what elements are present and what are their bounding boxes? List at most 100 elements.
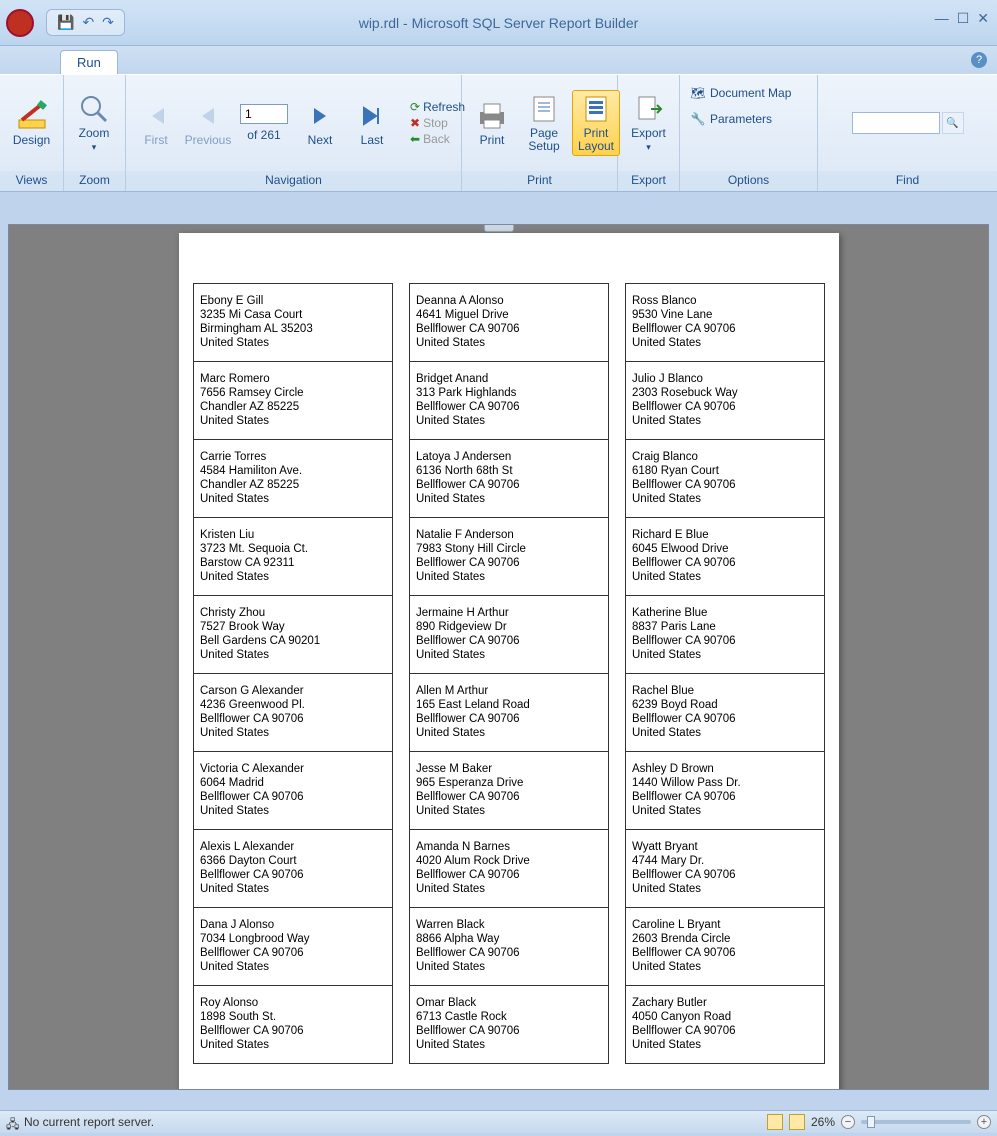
minimize-button[interactable]: — — [935, 10, 949, 27]
address-label: Julio J Blanco2303 Rosebuck WayBellflowe… — [626, 362, 824, 440]
address-label: Ross Blanco9530 Vine LaneBellflower CA 9… — [626, 284, 824, 362]
close-button[interactable]: ✕ — [977, 10, 989, 27]
export-button[interactable]: Export▾ — [624, 91, 673, 156]
print-button[interactable]: Print — [468, 98, 516, 149]
group-label-views: Views — [0, 171, 63, 191]
panel-handle[interactable] — [484, 224, 514, 232]
next-icon — [304, 100, 336, 132]
report-viewport[interactable]: Ebony E Gill3235 Mi Casa CourtBirmingham… — [8, 224, 989, 1090]
label-column: Ebony E Gill3235 Mi Casa CourtBirmingham… — [193, 283, 393, 1064]
server-icon: 🖧 — [6, 1115, 20, 1129]
address-label: Christy Zhou7527 Brook WayBell Gardens C… — [194, 596, 392, 674]
status-text: No current report server. — [24, 1115, 154, 1129]
address-label: Ashley D Brown1440 Willow Pass Dr.Bellfl… — [626, 752, 824, 830]
status-bar: 🖧 No current report server. 26% − + — [0, 1110, 997, 1133]
parameters-icon: 🔧 — [690, 111, 706, 127]
group-label-zoom: Zoom — [64, 171, 125, 191]
print-layout-button[interactable]: Print Layout — [572, 90, 620, 156]
address-label: Jermaine H Arthur890 Ridgeview DrBellflo… — [410, 596, 608, 674]
address-label: Jesse M Baker965 Esperanza DriveBellflow… — [410, 752, 608, 830]
last-icon — [356, 100, 388, 132]
previous-icon — [192, 100, 224, 132]
zoom-slider[interactable] — [861, 1120, 971, 1124]
maximize-button[interactable]: ☐ — [957, 10, 970, 27]
stop-button[interactable]: ✖Stop — [410, 116, 465, 130]
ribbon: Design Views Zoom▾ Zoom First Previous — [0, 74, 997, 192]
next-page-button[interactable]: Next — [296, 98, 344, 149]
address-label: Craig Blanco6180 Ryan CourtBellflower CA… — [626, 440, 824, 518]
address-label: Richard E Blue6045 Elwood DriveBellflowe… — [626, 518, 824, 596]
address-label: Roy Alonso1898 South St.Bellflower CA 90… — [194, 986, 392, 1064]
address-label: Allen M Arthur165 East Leland RoadBellfl… — [410, 674, 608, 752]
stop-icon: ✖ — [410, 116, 420, 130]
print-layout-icon — [580, 93, 612, 125]
label-column: Ross Blanco9530 Vine LaneBellflower CA 9… — [625, 283, 825, 1064]
first-icon — [140, 100, 172, 132]
group-label-options: Options — [680, 171, 817, 191]
page-number-input[interactable] — [240, 104, 288, 124]
back-icon: ⬅ — [410, 132, 420, 146]
first-page-button[interactable]: First — [132, 98, 180, 149]
zoom-in-button[interactable]: + — [977, 1115, 991, 1129]
address-label: Caroline L Bryant2603 Brenda CircleBellf… — [626, 908, 824, 986]
address-label: Carrie Torres4584 Hamiliton Ave.Chandler… — [194, 440, 392, 518]
page-setup-icon — [528, 93, 560, 125]
help-icon[interactable]: ? — [971, 52, 987, 68]
status-btn-1[interactable] — [767, 1114, 783, 1130]
zoom-button[interactable]: Zoom▾ — [70, 91, 118, 156]
document-map-button[interactable]: 🗺Document Map — [686, 83, 795, 103]
zoom-icon — [78, 93, 110, 125]
title-bar: 💾 ↶ ↷ wip.rdl - Microsoft SQL Server Rep… — [0, 0, 997, 46]
page-setup-button[interactable]: Page Setup — [520, 91, 568, 155]
address-label: Victoria C Alexander6064 MadridBellflowe… — [194, 752, 392, 830]
address-label: Ebony E Gill3235 Mi Casa CourtBirmingham… — [194, 284, 392, 362]
parameters-button[interactable]: 🔧Parameters — [686, 109, 776, 129]
label-column: Deanna A Alonso4641 Miguel DriveBellflow… — [409, 283, 609, 1064]
document-map-icon: 🗺 — [690, 85, 706, 101]
refresh-button[interactable]: ⟳Refresh — [410, 100, 465, 114]
address-label: Omar Black6713 Castle RockBellflower CA … — [410, 986, 608, 1064]
address-label: Amanda N Barnes4020 Alum Rock DriveBellf… — [410, 830, 608, 908]
address-label: Carson G Alexander4236 Greenwood Pl.Bell… — [194, 674, 392, 752]
address-label: Wyatt Bryant4744 Mary Dr.Bellflower CA 9… — [626, 830, 824, 908]
find-input[interactable] — [852, 112, 940, 134]
tab-run[interactable]: Run — [60, 50, 118, 74]
address-label: Kristen Liu3723 Mt. Sequoia Ct.Barstow C… — [194, 518, 392, 596]
group-label-find: Find — [818, 171, 997, 191]
address-label: Latoya J Andersen6136 North 68th StBellf… — [410, 440, 608, 518]
zoom-out-button[interactable]: − — [841, 1115, 855, 1129]
back-button[interactable]: ⬅Back — [410, 132, 465, 146]
find-button[interactable]: 🔍 — [942, 112, 964, 134]
quick-access-toolbar: 💾 ↶ ↷ — [46, 9, 125, 36]
print-icon — [476, 100, 508, 132]
export-icon — [633, 93, 665, 125]
previous-page-button[interactable]: Previous — [184, 98, 232, 149]
design-button[interactable]: Design — [6, 98, 57, 149]
address-label: Dana J Alonso7034 Longbrood WayBellflowe… — [194, 908, 392, 986]
ribbon-spacer — [0, 192, 997, 224]
group-label-navigation: Navigation — [126, 171, 461, 191]
report-page: Ebony E Gill3235 Mi Casa CourtBirmingham… — [179, 233, 839, 1090]
address-label: Marc Romero7656 Ramsey CircleChandler AZ… — [194, 362, 392, 440]
address-label: Zachary Butler4050 Canyon RoadBellflower… — [626, 986, 824, 1064]
window-title: wip.rdl - Microsoft SQL Server Report Bu… — [359, 15, 639, 31]
address-label: Alexis L Alexander6366 Dayton CourtBellf… — [194, 830, 392, 908]
address-label: Natalie F Anderson7983 Stony Hill Circle… — [410, 518, 608, 596]
group-label-print: Print — [462, 171, 617, 191]
address-label: Deanna A Alonso4641 Miguel DriveBellflow… — [410, 284, 608, 362]
address-label: Bridget Anand313 Park HighlandsBellflowe… — [410, 362, 608, 440]
address-label: Warren Black8866 Alpha WayBellflower CA … — [410, 908, 608, 986]
design-icon — [16, 100, 48, 132]
ribbon-tabs: Run ? — [0, 46, 997, 74]
last-page-button[interactable]: Last — [348, 98, 396, 149]
address-label: Katherine Blue8837 Paris LaneBellflower … — [626, 596, 824, 674]
status-btn-2[interactable] — [789, 1114, 805, 1130]
undo-icon[interactable]: ↶ — [82, 14, 94, 31]
save-icon[interactable]: 💾 — [57, 14, 74, 31]
group-label-export: Export — [618, 171, 679, 191]
address-label: Rachel Blue6239 Boyd RoadBellflower CA 9… — [626, 674, 824, 752]
redo-icon[interactable]: ↷ — [102, 14, 114, 31]
zoom-level: 26% — [811, 1115, 835, 1129]
refresh-icon: ⟳ — [410, 100, 420, 114]
app-icon[interactable] — [6, 9, 34, 37]
